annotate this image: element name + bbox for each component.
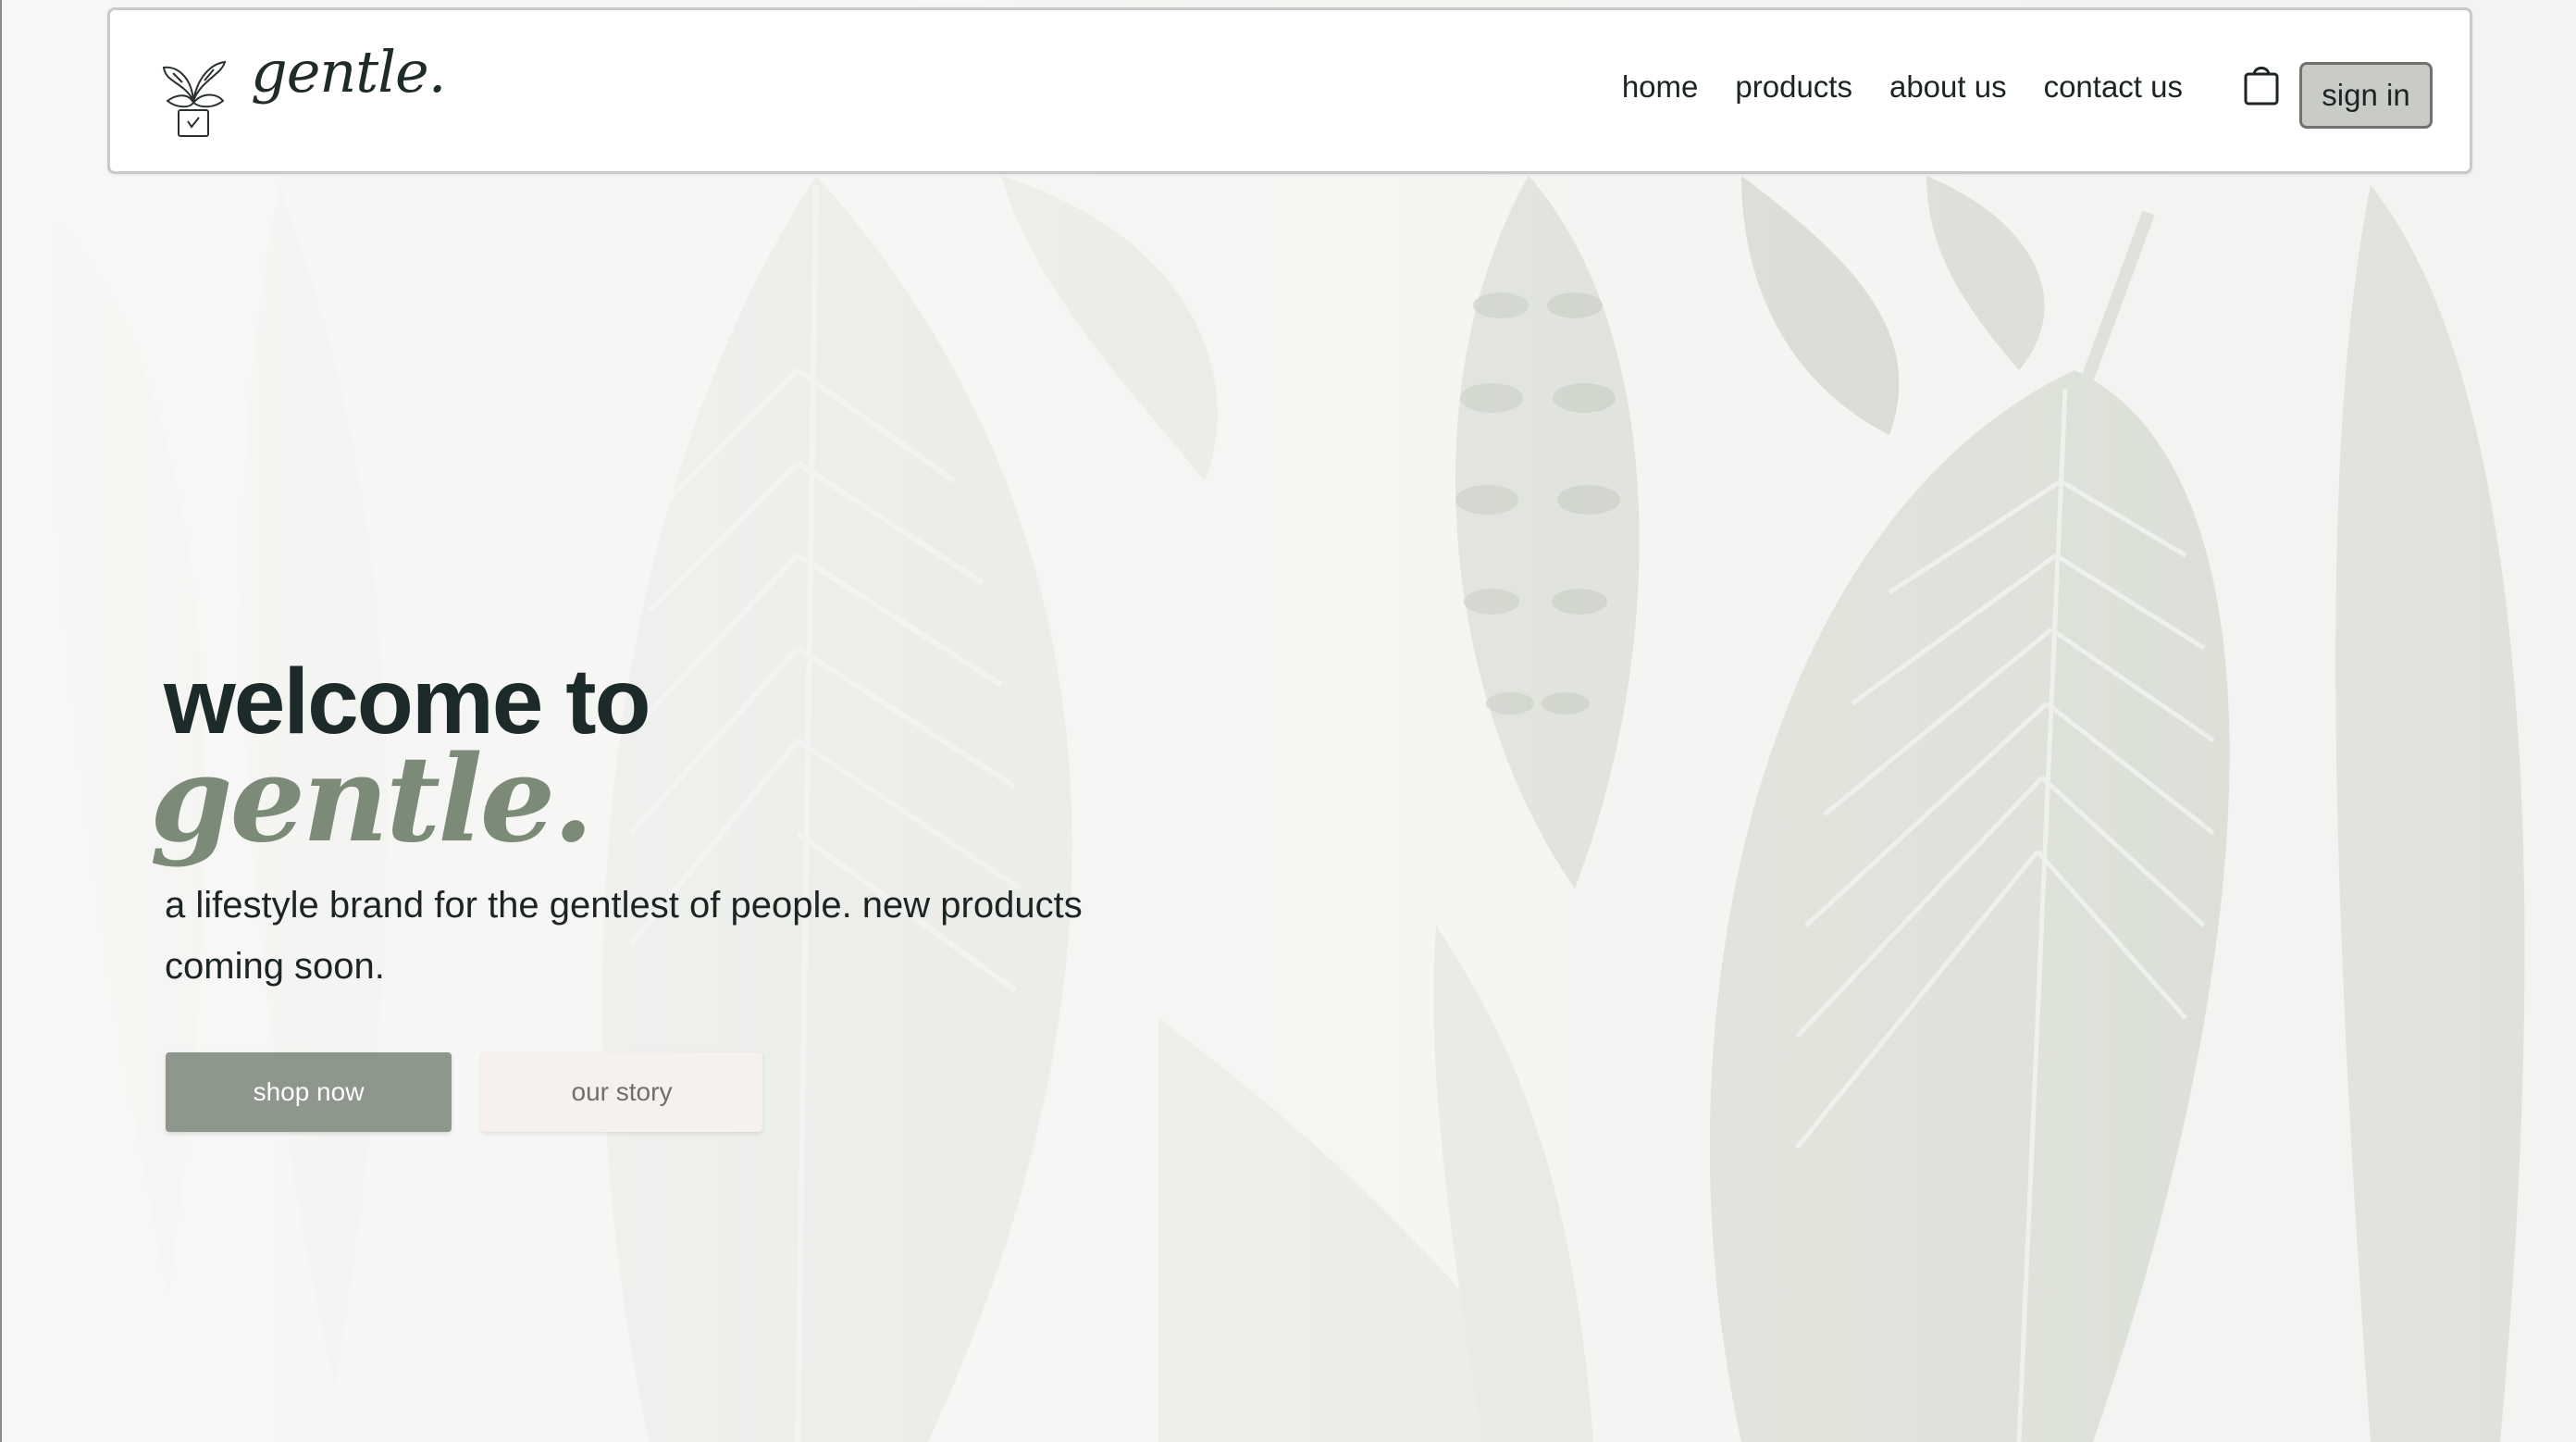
browser-viewport: gentle. home products about us contact u… xyxy=(0,0,2576,1442)
top-navbar: gentle. home products about us contact u… xyxy=(107,7,2472,174)
hero-brand-script: gentle. xyxy=(150,730,594,869)
brand-logo-wordmark[interactable]: gentle. xyxy=(251,38,446,106)
nav-products-link[interactable]: products xyxy=(1735,69,1852,105)
potted-monstera-icon[interactable] xyxy=(156,55,230,140)
nav-links: home products about us contact us xyxy=(1622,69,2183,105)
hero-subtitle: a lifestyle brand for the gentlest of pe… xyxy=(165,885,1083,987)
sign-in-button[interactable]: sign in xyxy=(2299,62,2433,129)
our-story-button[interactable]: our story xyxy=(481,1052,762,1132)
shopping-bag-icon[interactable] xyxy=(2243,62,2280,106)
nav-about-link[interactable]: about us xyxy=(1889,69,2007,105)
nav-contact-link[interactable]: contact us xyxy=(2044,69,2183,105)
shop-now-button[interactable]: shop now xyxy=(166,1052,452,1132)
nav-home-link[interactable]: home xyxy=(1622,69,1699,105)
